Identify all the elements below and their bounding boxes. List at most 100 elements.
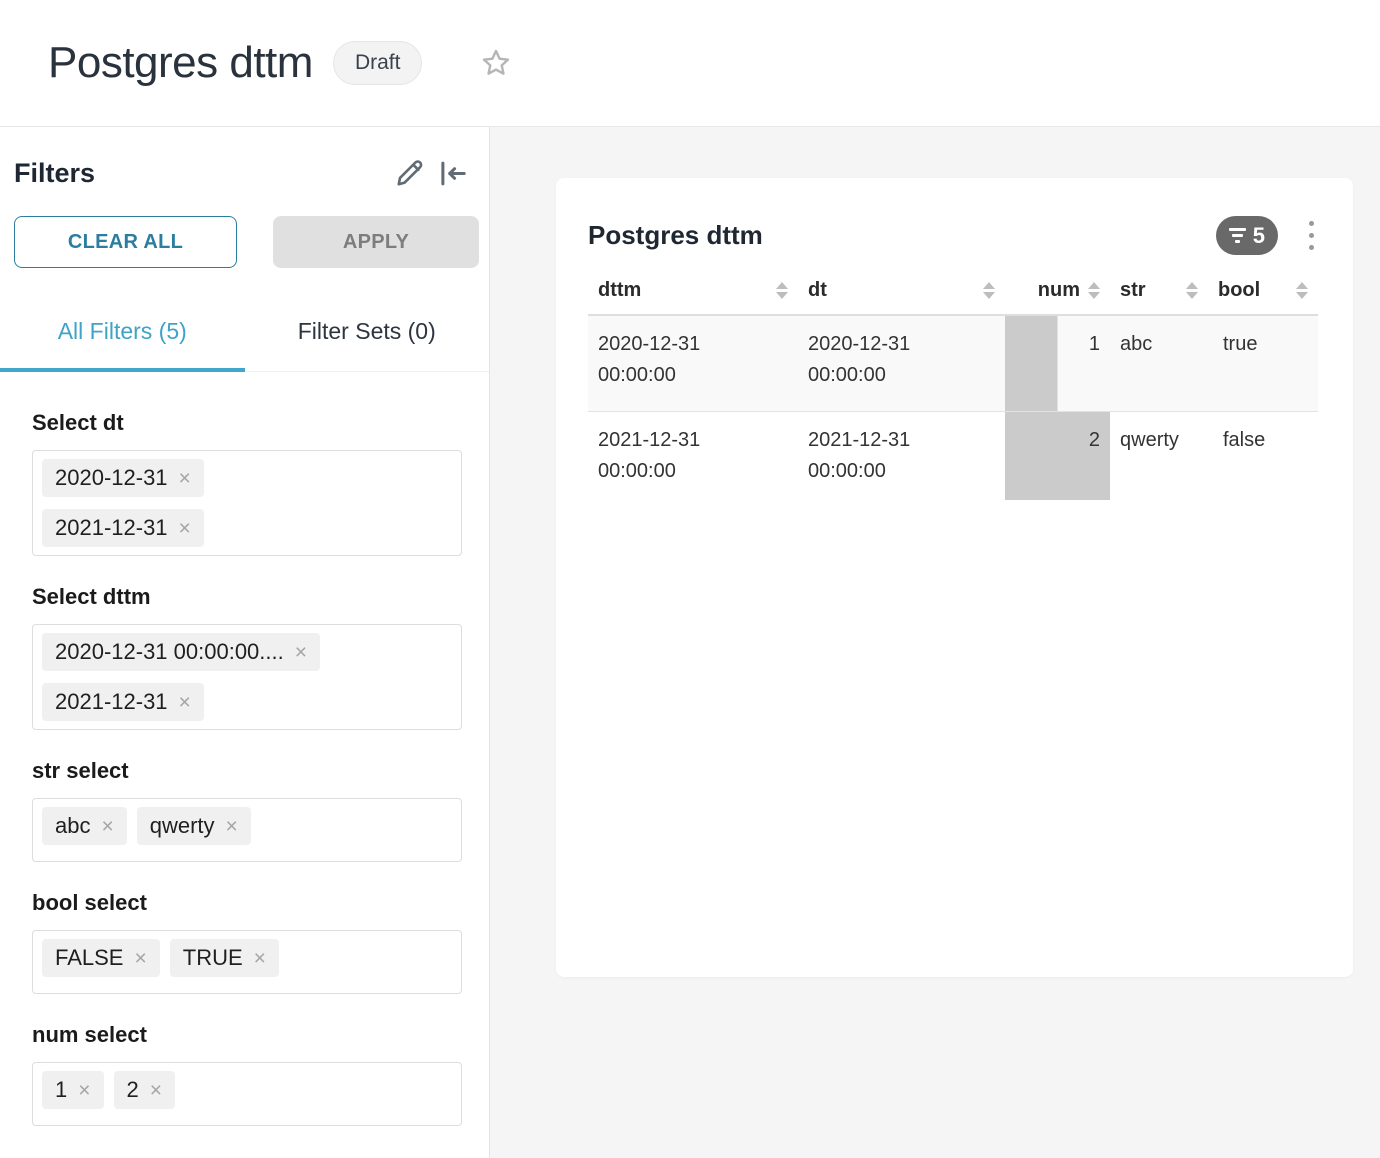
filter-label: Select dt bbox=[32, 410, 462, 436]
table-row[interactable]: 2021-12-31 00:00:00 2021-12-31 00:00:00 … bbox=[588, 411, 1318, 500]
chip-label: 2 bbox=[127, 1077, 139, 1103]
cell-dt: 2020-12-31 00:00:00 bbox=[798, 315, 1005, 411]
filters-header-icons bbox=[393, 157, 471, 190]
filters-tabs: All Filters (5) Filter Sets (0) bbox=[0, 300, 489, 372]
cell-dttm: 2021-12-31 00:00:00 bbox=[588, 411, 798, 500]
remove-chip-icon[interactable]: × bbox=[150, 1080, 162, 1101]
cell-bool: true bbox=[1208, 315, 1318, 411]
remove-chip-icon[interactable]: × bbox=[134, 948, 146, 969]
str-select-input[interactable]: abc × qwerty × bbox=[32, 798, 462, 862]
chart-card-header: Postgres dttm 5 bbox=[588, 216, 1318, 255]
remove-chip-icon[interactable]: × bbox=[101, 816, 113, 837]
chip-label: 2020-12-31 00:00:00.... bbox=[55, 639, 284, 665]
filters-panel-header: Filters bbox=[0, 127, 489, 190]
column-header-bool[interactable]: bool bbox=[1208, 279, 1318, 315]
filter-value-chip: 1 × bbox=[42, 1071, 104, 1109]
filter-section-num-select: num select 1 × 2 × bbox=[32, 1022, 462, 1126]
dashboard-grid: Postgres dttm 5 dttm bbox=[490, 127, 1380, 1158]
remove-chip-icon[interactable]: × bbox=[179, 518, 191, 539]
filter-funnel-icon bbox=[1229, 228, 1246, 243]
filter-count: 5 bbox=[1253, 223, 1265, 249]
chip-label: 2020-12-31 bbox=[55, 465, 168, 491]
column-label: dttm bbox=[598, 279, 641, 302]
page-title: Postgres dttm bbox=[48, 38, 313, 88]
chip-label: FALSE bbox=[55, 945, 123, 971]
cell-num: 2 bbox=[1005, 411, 1110, 500]
filter-value-chip: 2021-12-31 × bbox=[42, 683, 204, 721]
column-label: dt bbox=[808, 279, 827, 302]
column-label: str bbox=[1120, 279, 1146, 302]
cell-num: 1 bbox=[1005, 315, 1110, 411]
filter-label: str select bbox=[32, 758, 462, 784]
column-header-num[interactable]: num bbox=[1005, 279, 1110, 315]
chip-label: qwerty bbox=[150, 813, 215, 839]
chip-label: abc bbox=[55, 813, 90, 839]
sort-icon[interactable] bbox=[983, 282, 995, 299]
applied-filters-badge[interactable]: 5 bbox=[1216, 216, 1278, 255]
body-row: Filters CLEAR ALL APPLY bbox=[0, 127, 1380, 1158]
filter-label: bool select bbox=[32, 890, 462, 916]
filter-section-select-dttm: Select dttm 2020-12-31 00:00:00.... × 20… bbox=[32, 584, 462, 730]
bool-select-input[interactable]: FALSE × TRUE × bbox=[32, 930, 462, 994]
cell-str: qwerty bbox=[1110, 411, 1208, 500]
dashboard-page: Postgres dttm Draft Filters bbox=[0, 0, 1380, 1158]
select-dttm-input[interactable]: 2020-12-31 00:00:00.... × 2021-12-31 × bbox=[32, 624, 462, 730]
clear-all-button[interactable]: CLEAR ALL bbox=[14, 216, 237, 268]
apply-button[interactable]: APPLY bbox=[273, 216, 479, 268]
chart-card: Postgres dttm 5 dttm bbox=[556, 178, 1353, 977]
column-header-dttm[interactable]: dttm bbox=[588, 279, 798, 315]
chip-label: TRUE bbox=[183, 945, 243, 971]
filter-value-chip: FALSE × bbox=[42, 939, 160, 977]
tab-filter-sets[interactable]: Filter Sets (0) bbox=[245, 300, 490, 371]
remove-chip-icon[interactable]: × bbox=[78, 1080, 90, 1101]
filter-label: num select bbox=[32, 1022, 462, 1048]
edit-icon[interactable] bbox=[393, 157, 426, 190]
remove-chip-icon[interactable]: × bbox=[179, 692, 191, 713]
chart-title: Postgres dttm bbox=[588, 220, 763, 251]
cell-str: abc bbox=[1110, 315, 1208, 411]
column-header-dt[interactable]: dt bbox=[798, 279, 1005, 315]
chip-label: 2021-12-31 bbox=[55, 689, 168, 715]
filter-value-chip: abc × bbox=[42, 807, 127, 845]
collapse-panel-icon[interactable] bbox=[434, 157, 471, 190]
column-label: bool bbox=[1218, 279, 1260, 302]
sort-icon[interactable] bbox=[1186, 282, 1198, 299]
filter-value-chip: TRUE × bbox=[170, 939, 279, 977]
select-dt-input[interactable]: 2020-12-31 × 2021-12-31 × bbox=[32, 450, 462, 556]
filter-section-select-dt: Select dt 2020-12-31 × 2021-12-31 × bbox=[32, 410, 462, 556]
remove-chip-icon[interactable]: × bbox=[254, 948, 266, 969]
filters-actions: CLEAR ALL APPLY bbox=[0, 216, 489, 268]
filter-value-chip: 2020-12-31 × bbox=[42, 459, 204, 497]
data-table: dttm dt num bbox=[588, 279, 1318, 500]
filter-value-chip: qwerty × bbox=[137, 807, 251, 845]
sort-icon[interactable] bbox=[776, 282, 788, 299]
filter-sections: Select dt 2020-12-31 × 2021-12-31 × Sele… bbox=[0, 372, 489, 1126]
favorite-star-icon[interactable] bbox=[480, 47, 512, 79]
remove-chip-icon[interactable]: × bbox=[179, 468, 191, 489]
cell-bool: false bbox=[1208, 411, 1318, 500]
cell-dttm: 2020-12-31 00:00:00 bbox=[588, 315, 798, 411]
sort-icon[interactable] bbox=[1088, 282, 1100, 299]
column-header-str[interactable]: str bbox=[1110, 279, 1208, 315]
column-label: num bbox=[1038, 279, 1080, 302]
chip-label: 1 bbox=[55, 1077, 67, 1103]
table-row[interactable]: 2020-12-31 00:00:00 2020-12-31 00:00:00 … bbox=[588, 315, 1318, 411]
chip-label: 2021-12-31 bbox=[55, 515, 168, 541]
cell-dt: 2021-12-31 00:00:00 bbox=[798, 411, 1005, 500]
filters-title: Filters bbox=[14, 158, 95, 189]
tab-all-filters[interactable]: All Filters (5) bbox=[0, 300, 245, 371]
sort-icon[interactable] bbox=[1296, 282, 1308, 299]
filters-panel: Filters CLEAR ALL APPLY bbox=[0, 127, 490, 1158]
filter-label: Select dttm bbox=[32, 584, 462, 610]
num-select-input[interactable]: 1 × 2 × bbox=[32, 1062, 462, 1126]
more-menu-icon[interactable] bbox=[1305, 217, 1318, 254]
table-header-row: dttm dt num bbox=[588, 279, 1318, 315]
filter-value-chip: 2020-12-31 00:00:00.... × bbox=[42, 633, 320, 671]
remove-chip-icon[interactable]: × bbox=[226, 816, 238, 837]
filter-section-str-select: str select abc × qwerty × bbox=[32, 758, 462, 862]
dashboard-header: Postgres dttm Draft bbox=[0, 0, 1380, 127]
filter-value-chip: 2021-12-31 × bbox=[42, 509, 204, 547]
remove-chip-icon[interactable]: × bbox=[295, 642, 307, 663]
filter-value-chip: 2 × bbox=[114, 1071, 176, 1109]
status-badge: Draft bbox=[333, 41, 423, 85]
